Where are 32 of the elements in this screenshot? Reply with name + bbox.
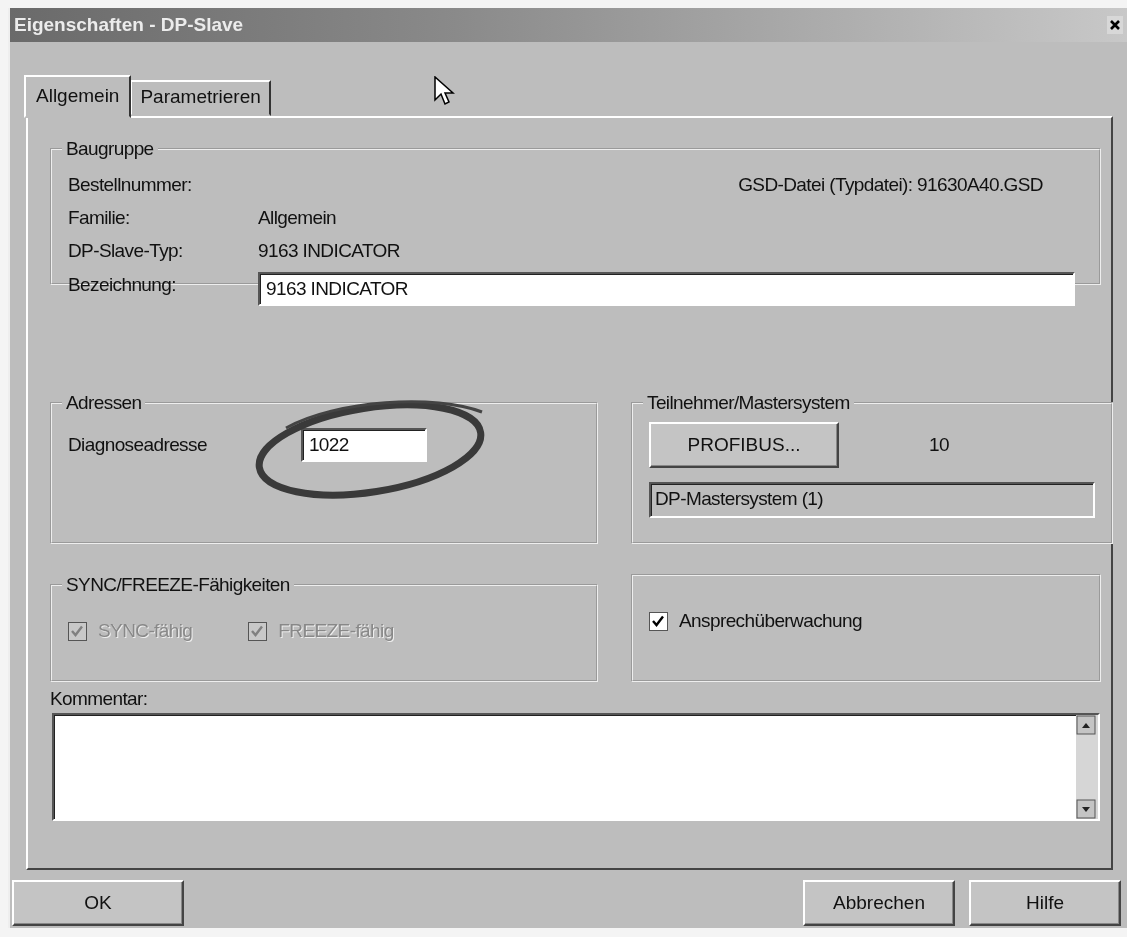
name-field[interactable]: 9163 INDICATOR <box>258 272 1075 306</box>
master-system-field: DP-Mastersystem (1) <box>649 482 1095 518</box>
field-label: DP-Slave-Typ: <box>68 240 184 262</box>
comment-label: Kommentar: <box>50 688 149 710</box>
tab[interactable]: Allgemein <box>24 75 132 118</box>
scroll-down-icon[interactable] <box>1076 799 1096 819</box>
tab[interactable]: Parametrieren <box>130 80 271 116</box>
field-value: 9163 INDICATOR <box>258 240 401 262</box>
group-title: SYNC/FREEZE-Fähigkeiten <box>65 574 291 596</box>
scrollbar[interactable] <box>1076 715 1098 819</box>
dialog-button[interactable]: Abbrechen <box>803 880 955 926</box>
comment-field[interactable] <box>52 713 1100 821</box>
field-value: Allgemein <box>258 207 338 229</box>
dialog-button[interactable]: Hilfe <box>969 880 1121 926</box>
field-label: Bestellnummer: <box>68 174 193 196</box>
group-title: Adressen <box>65 392 143 414</box>
profibus-button[interactable]: PROFIBUS... <box>649 422 839 468</box>
checkbox[interactable] <box>649 611 668 631</box>
scroll-up-icon[interactable] <box>1076 715 1096 735</box>
field-label: Familie: <box>68 207 131 229</box>
field-label: Diagnoseadresse <box>68 434 207 456</box>
gsd-file-text: GSD-Datei (Typdatei): 91630A40.GSD <box>738 174 1043 196</box>
address-field[interactable]: 1022 <box>300 428 427 462</box>
node-address: 10 <box>929 434 949 456</box>
checkbox-label: Ansprechüberwachung <box>679 610 862 632</box>
group-title: Baugruppe <box>65 138 155 160</box>
cursor-icon <box>434 76 456 108</box>
field-label: Bezeichnung: <box>68 274 177 296</box>
window-title: Eigenschaften - DP-Slave <box>14 14 244 36</box>
group-title: Teilnehmer/Mastersystem <box>646 392 851 414</box>
close-icon[interactable] <box>1107 16 1123 34</box>
dialog-button[interactable]: OK <box>12 880 184 926</box>
